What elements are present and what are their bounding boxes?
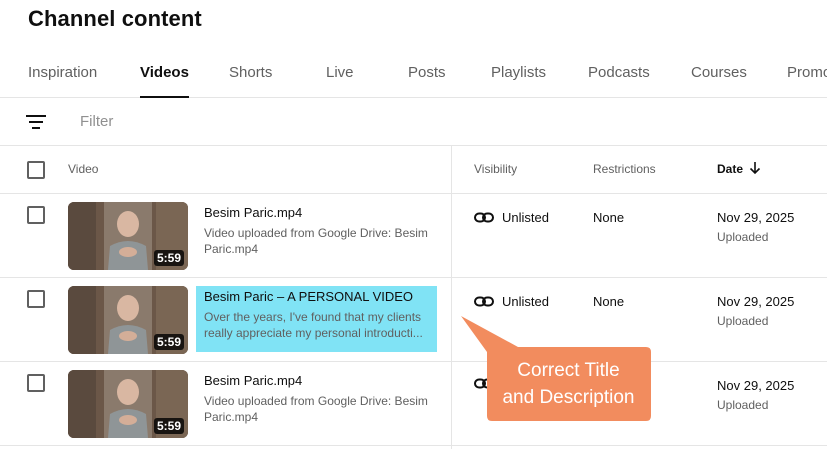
tab-videos[interactable]: Videos bbox=[140, 56, 189, 98]
filter-input[interactable]: Filter bbox=[80, 98, 113, 146]
tab-podcasts[interactable]: Podcasts bbox=[588, 56, 650, 98]
link-icon bbox=[474, 296, 494, 306]
arrow-down-icon bbox=[749, 162, 761, 175]
tab-posts[interactable]: Posts bbox=[408, 56, 446, 98]
tab-live[interactable]: Live bbox=[326, 56, 354, 98]
video-duration: 5:59 bbox=[153, 418, 184, 434]
filter-lines-icon[interactable] bbox=[26, 113, 46, 131]
visibility-status[interactable]: Unlisted bbox=[474, 210, 549, 225]
video-description: Video uploaded from Google Drive: Besim … bbox=[204, 394, 428, 424]
tab-inspiration[interactable]: Inspiration bbox=[28, 56, 97, 98]
callout-line-2: and Description bbox=[502, 387, 635, 408]
content-tabs: Inspiration Videos Shorts Live Posts Pla… bbox=[0, 56, 827, 98]
date-status: Uploaded bbox=[717, 314, 769, 328]
page-title: Channel content bbox=[28, 6, 202, 31]
date-value: Nov 29, 2025 bbox=[717, 210, 795, 225]
header-video: Video bbox=[68, 162, 99, 176]
tab-promo[interactable]: Promo bbox=[787, 56, 827, 98]
header-date[interactable]: Date bbox=[717, 146, 761, 194]
video-details: Besim Paric.mp4 Video uploaded from Goog… bbox=[196, 370, 437, 436]
video-description: Video uploaded from Google Drive: Besim … bbox=[204, 226, 428, 256]
table-row: 5:59 Besim Paric – A PERSONAL VIDEO Over… bbox=[0, 278, 827, 362]
video-title[interactable]: Besim Paric.mp4 bbox=[204, 205, 429, 221]
tab-playlists[interactable]: Playlists bbox=[491, 56, 546, 98]
date-status: Uploaded bbox=[717, 230, 769, 244]
header-restrictions[interactable]: Restrictions bbox=[593, 146, 656, 194]
filter-bar: Filter bbox=[0, 98, 827, 146]
video-duration: 5:59 bbox=[153, 334, 184, 350]
video-details: Besim Paric.mp4 Video uploaded from Goog… bbox=[196, 202, 437, 268]
visibility-status[interactable]: Unlisted bbox=[474, 294, 549, 309]
table-row: 5:59 Besim Paric.mp4 Video uploaded from… bbox=[0, 194, 827, 278]
restrictions-value: None bbox=[593, 294, 625, 309]
restrictions-value: None bbox=[593, 210, 625, 225]
callout-line-1: Correct Title bbox=[517, 360, 620, 381]
link-icon bbox=[474, 212, 494, 222]
date-value: Nov 29, 2025 bbox=[717, 378, 795, 393]
table-header: Video Visibility Restrictions Date bbox=[0, 146, 827, 194]
visibility-label: Unlisted bbox=[502, 210, 549, 225]
row-checkbox[interactable] bbox=[27, 290, 45, 308]
header-date-label: Date bbox=[717, 162, 744, 176]
date-status: Uploaded bbox=[717, 398, 769, 412]
select-all-checkbox[interactable] bbox=[27, 161, 45, 179]
video-thumbnail[interactable]: 5:59 bbox=[68, 202, 188, 270]
video-duration: 5:59 bbox=[153, 250, 184, 266]
header-visibility[interactable]: Visibility bbox=[474, 146, 517, 194]
table-row: 5:59 Besim Paric.mp4 Video uploaded from… bbox=[0, 362, 827, 446]
video-title[interactable]: Besim Paric – A PERSONAL VIDEO bbox=[204, 289, 429, 305]
tab-shorts[interactable]: Shorts bbox=[229, 56, 272, 98]
video-description: Over the years, I've found that my clien… bbox=[204, 310, 423, 340]
callout-annotation: Correct Title and Description bbox=[487, 347, 650, 421]
row-checkbox[interactable] bbox=[27, 374, 45, 392]
video-details-highlighted: Besim Paric – A PERSONAL VIDEO Over the … bbox=[196, 286, 437, 352]
video-thumbnail[interactable]: 5:59 bbox=[68, 370, 188, 438]
row-checkbox[interactable] bbox=[27, 206, 45, 224]
video-title[interactable]: Besim Paric.mp4 bbox=[204, 373, 429, 389]
tab-courses[interactable]: Courses bbox=[691, 56, 747, 98]
visibility-label: Unlisted bbox=[502, 294, 549, 309]
date-value: Nov 29, 2025 bbox=[717, 294, 795, 309]
video-thumbnail[interactable]: 5:59 bbox=[68, 286, 188, 354]
